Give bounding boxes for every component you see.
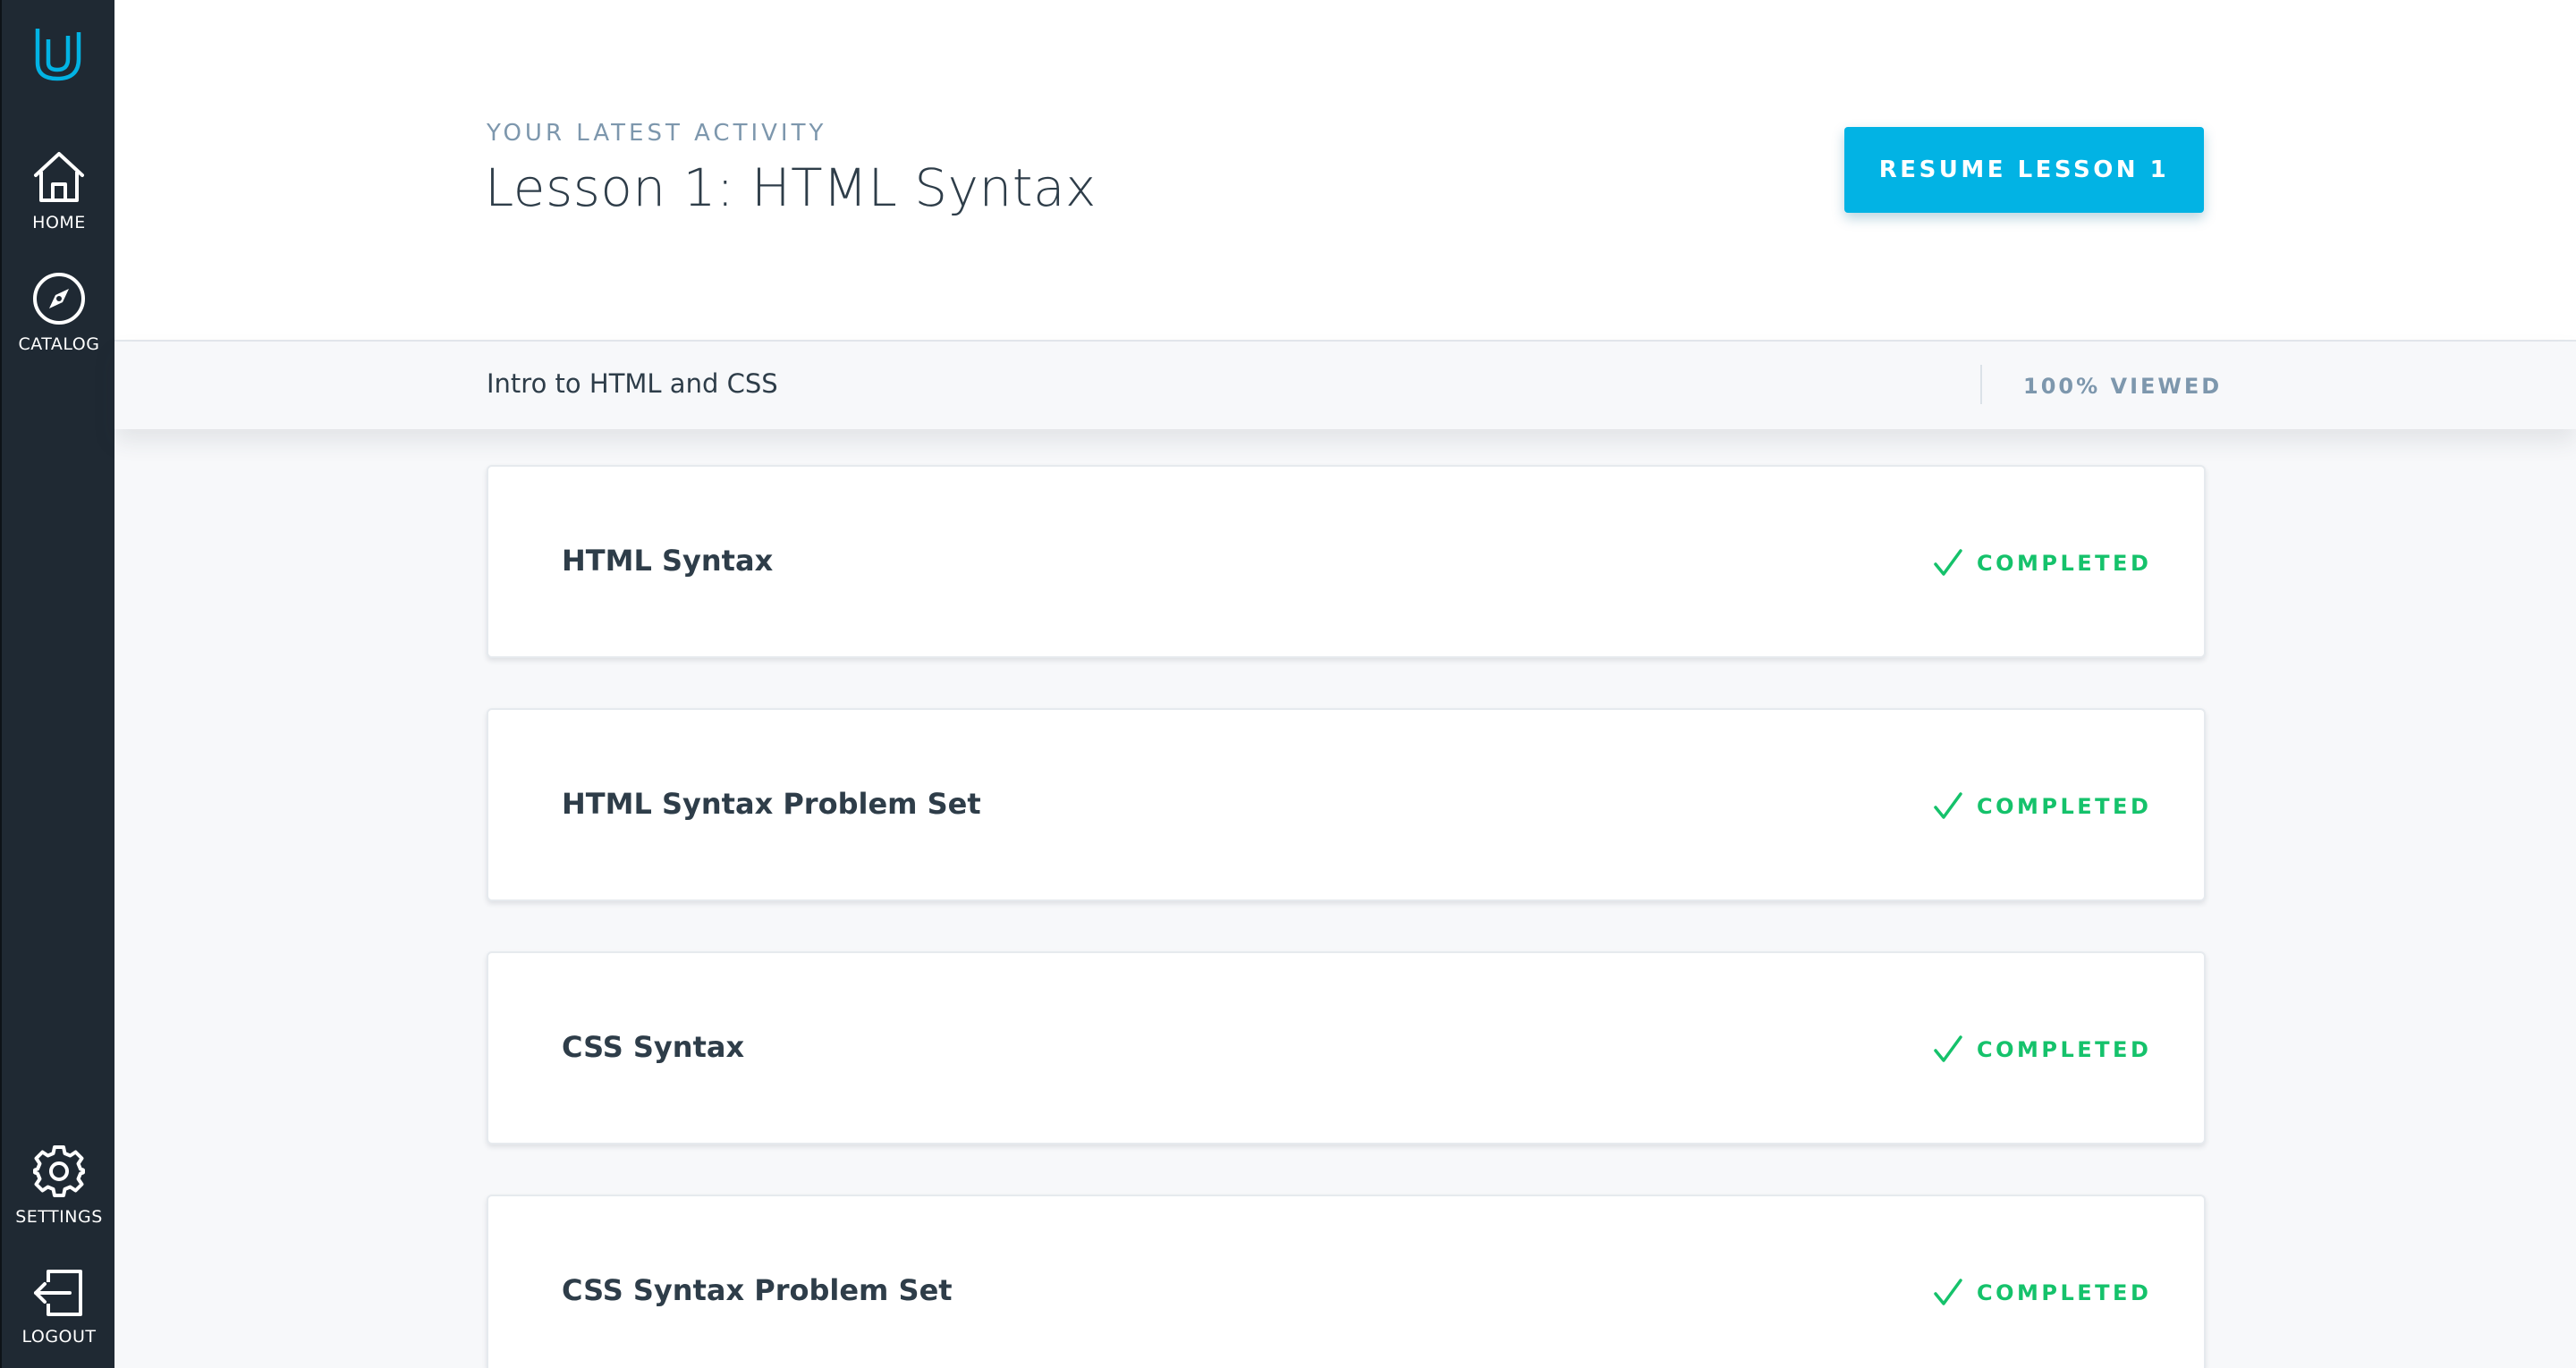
progress-viewed-label: 100% VIEWED — [2023, 374, 2223, 399]
divider — [1980, 365, 1982, 404]
concept-card[interactable]: CSS Syntax COMPLETED — [487, 951, 2206, 1144]
concept-title: HTML Syntax Problem Set — [562, 787, 981, 821]
checkmark-icon — [1934, 1279, 1962, 1305]
concept-title: HTML Syntax — [562, 544, 774, 578]
resume-lesson-button[interactable]: RESUME LESSON 1 — [1844, 127, 2204, 213]
sidebar-item-label: HOME — [32, 213, 86, 232]
course-bar: Intro to HTML and CSS 100% VIEWED — [114, 342, 2576, 429]
concept-card[interactable]: HTML Syntax COMPLETED — [487, 465, 2206, 658]
checkmark-icon — [1934, 549, 1962, 576]
status-text: COMPLETED — [1977, 794, 2152, 819]
udacity-logo[interactable] — [27, 23, 91, 84]
completed-status: COMPLETED — [1932, 789, 2151, 824]
logout-icon — [34, 1270, 82, 1316]
latest-activity-label: YOUR LATEST ACTIVITY — [487, 120, 827, 147]
lesson-title: Lesson 1: HTML Syntax — [485, 157, 1097, 218]
sidebar-item-label: CATALOG — [18, 334, 100, 354]
sidebar-item-catalog[interactable]: CATALOG — [2, 270, 116, 354]
concept-title: CSS Syntax Problem Set — [562, 1273, 953, 1307]
completed-status: COMPLETED — [1932, 1032, 2151, 1068]
sidebar: HOME CATALOG SETTINGS LOGOUT — [0, 0, 114, 1368]
checkmark-icon — [1934, 1035, 1962, 1062]
sidebar-item-home[interactable]: HOME — [2, 148, 116, 232]
gear-icon — [33, 1145, 85, 1197]
home-icon — [34, 152, 84, 202]
status-text: COMPLETED — [1977, 1037, 2152, 1062]
status-text: COMPLETED — [1977, 551, 2152, 576]
course-name: Intro to HTML and CSS — [487, 368, 778, 399]
sidebar-item-logout[interactable]: LOGOUT — [2, 1266, 116, 1347]
sidebar-item-label: LOGOUT — [21, 1327, 97, 1347]
latest-activity-header: YOUR LATEST ACTIVITY Lesson 1: HTML Synt… — [114, 0, 2576, 342]
concept-card[interactable]: CSS Syntax Problem Set COMPLETED — [487, 1195, 2206, 1368]
checkmark-icon — [1934, 792, 1962, 819]
completed-status: COMPLETED — [1932, 545, 2151, 581]
status-text: COMPLETED — [1977, 1280, 2152, 1305]
sidebar-item-settings[interactable]: SETTINGS — [2, 1143, 116, 1227]
concept-title: CSS Syntax — [562, 1030, 745, 1064]
concept-card[interactable]: HTML Syntax Problem Set COMPLETED — [487, 708, 2206, 901]
compass-icon — [33, 273, 85, 325]
completed-status: COMPLETED — [1932, 1275, 2151, 1311]
sidebar-item-label: SETTINGS — [15, 1207, 103, 1227]
